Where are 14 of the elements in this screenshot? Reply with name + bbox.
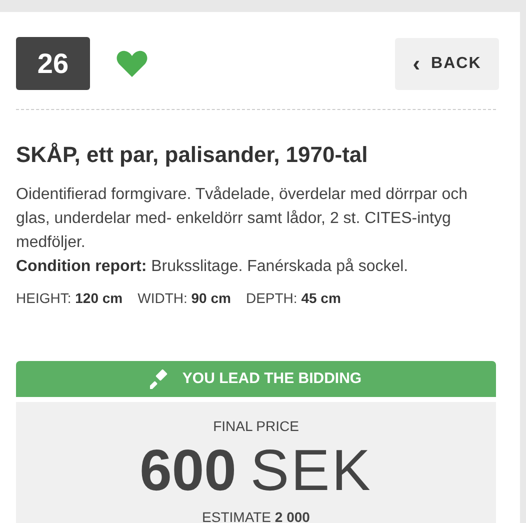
price-currency: SEK <box>250 441 372 501</box>
price-label: FINAL PRICE <box>213 417 299 436</box>
condition-report: Condition report: Bruksslitage. Fanérskada på sockel. <box>16 257 410 277</box>
heart-icon[interactable] <box>116 50 148 78</box>
dimension: HEIGHT: 120 cm <box>16 289 123 308</box>
lot-number: 26 <box>16 37 90 90</box>
description: Oidentifierad formgivare. Tvådelade, överdelar med dörrpar och glas, underdelar med- enkeldörr samt lådor, 2 st. CITES-intyg medföljer. <box>16 185 468 253</box>
dimension: DEPTH: 45 cm <box>246 289 341 308</box>
price-amount: 600 <box>140 441 236 501</box>
estimate: ESTIMATE 2 000 <box>202 508 310 523</box>
back-button[interactable]: ‹ BACK <box>395 38 499 90</box>
dimension: WIDTH: 90 cm <box>138 289 231 308</box>
bidding-status-bar: YOU LEAD THE BIDDING <box>16 361 496 397</box>
lot-title: SKÅP, ett par, palisander, 1970-tal <box>16 141 369 169</box>
